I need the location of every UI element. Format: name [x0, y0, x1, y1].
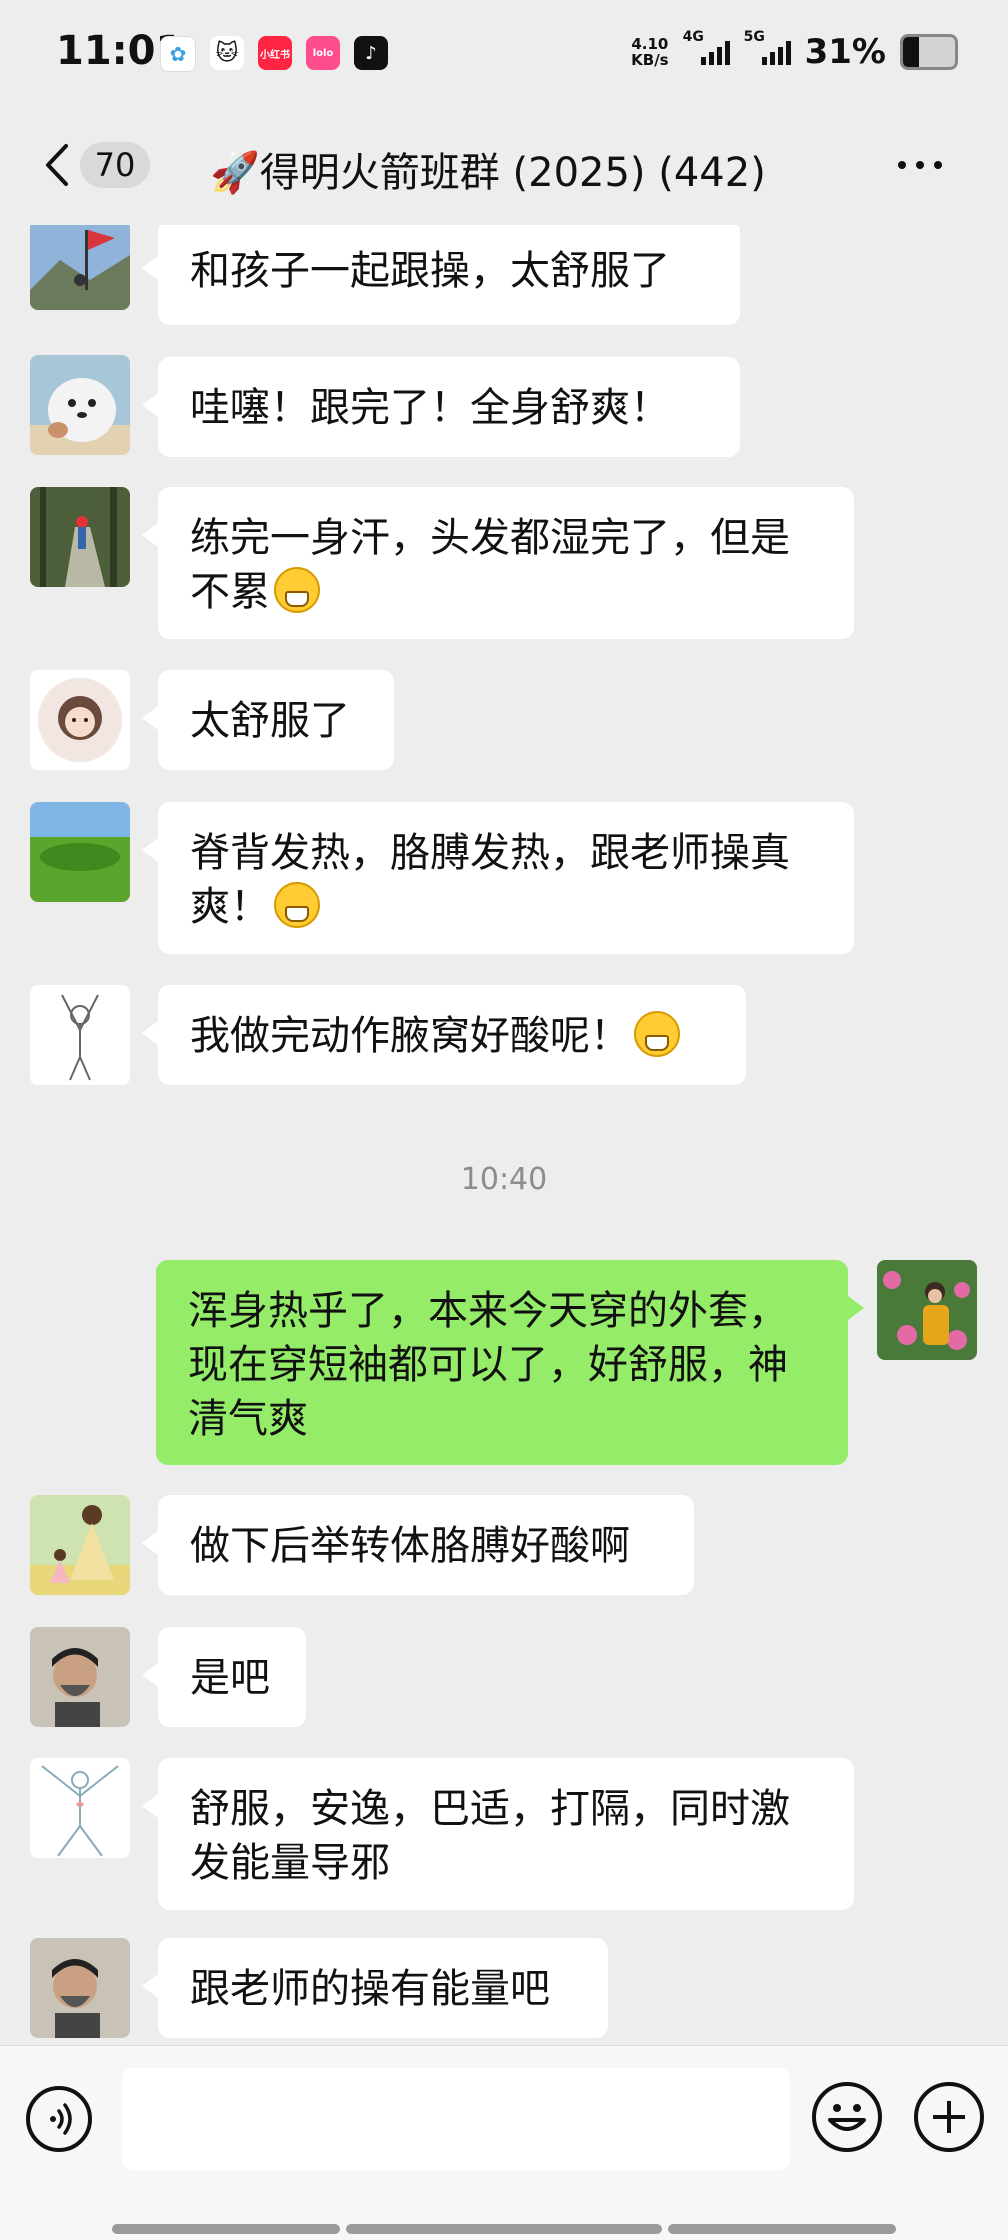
group-title: 🚀得明火箭班群 (2025) (442): [210, 150, 766, 196]
stretch-figure-avatar[interactable]: [30, 1758, 130, 1858]
cloud-app-icon: ✿: [160, 36, 196, 72]
battery-fill: [903, 37, 920, 67]
message-text: 和孩子一起跟操，太舒服了: [190, 248, 670, 294]
notification-app-icons: ✿ 🐱 小红书 lolo ♪: [160, 36, 388, 72]
smiley-icon: [828, 2104, 866, 2131]
grin-emoji-icon: [274, 567, 320, 613]
man-headscarf-avatar[interactable]: [30, 1938, 130, 2038]
message-bubble[interactable]: 我做完动作腋窝好酸呢！: [142, 985, 746, 1085]
message-text: 浑身热乎了，本来今天穿的外套，现在穿短袖都可以了，好舒服，神清气爽: [188, 1288, 788, 1442]
own-message-bubble[interactable]: 浑身热乎了，本来今天穿的外套，现在穿短袖都可以了，好舒服，神清气爽: [156, 1260, 864, 1465]
message-text: 哇噻！跟完了！全身舒爽！: [190, 385, 670, 431]
signal-5g-icon: 5G: [744, 29, 791, 65]
network-speed-value: 4.10: [631, 35, 669, 53]
flowers-woman-avatar[interactable]: [877, 1260, 977, 1360]
network-speed: 4.10 KB/s: [631, 36, 668, 68]
message-text: 太舒服了: [190, 698, 350, 744]
nav-bar-segment-right: [668, 2224, 896, 2234]
signal-4g-icon: 4G: [683, 29, 730, 65]
nav-bar-segment-left: [112, 2224, 340, 2234]
message-bubble[interactable]: 和孩子一起跟操，太舒服了: [142, 225, 740, 325]
message-text: 是吧: [190, 1655, 270, 1701]
message-bubble[interactable]: 舒服，安逸，巴适，打隔，同时激发能量导邪: [142, 1758, 854, 1910]
green-field-avatar[interactable]: [30, 802, 130, 902]
voice-wave-icon: [50, 2103, 72, 2135]
xiaohongshu-app-icon: 小红书: [258, 36, 292, 70]
more-functions-button[interactable]: [914, 2082, 984, 2152]
message-text: 舒服，安逸，巴适，打隔，同时激发能量导邪: [190, 1786, 790, 1886]
message-bubble[interactable]: 脊背发热，胳膊发热，跟老师操真爽！: [142, 802, 854, 954]
message-text: 我做完动作腋窝好酸呢！: [190, 1013, 630, 1059]
chat-timestamp: 10:40: [460, 1162, 548, 1197]
tiktok-app-icon: ♪: [354, 36, 388, 70]
message-text-input[interactable]: [122, 2068, 790, 2170]
message-list[interactable]: 和孩子一起跟操，太舒服了 哇噻！跟完了！全身舒爽！ 练完一身汗，头发都湿完了，但…: [0, 225, 1008, 2045]
signal-4g-label: 4G: [682, 29, 704, 45]
mountain-flag-avatar[interactable]: [30, 225, 130, 310]
battery-icon: [900, 34, 958, 70]
message-text: 做下后举转体胳膊好酸啊: [190, 1523, 630, 1569]
chat-screen: 11:01 ✿ 🐱 小红书 lolo ♪ 4.10 KB/s 4G 5G 31%: [0, 0, 1008, 2240]
forest-path-avatar[interactable]: [30, 487, 130, 587]
voice-input-button[interactable]: [26, 2086, 92, 2152]
grin-emoji-icon: [634, 1011, 680, 1057]
cartoon-girl-avatar[interactable]: [30, 670, 130, 770]
unread-count-badge[interactable]: 70: [80, 142, 150, 188]
network-speed-unit: KB/s: [631, 51, 669, 69]
message-bubble[interactable]: 哇噻！跟完了！全身舒爽！: [142, 357, 740, 457]
pink-app-icon: lolo: [306, 36, 340, 70]
cat-app-icon: 🐱: [210, 36, 244, 70]
message-bubble[interactable]: 做下后举转体胳膊好酸啊: [142, 1495, 694, 1595]
input-bar: [0, 2045, 1008, 2240]
signal-5g-label: 5G: [743, 29, 765, 45]
emoji-button[interactable]: [812, 2082, 882, 2152]
more-options-icon[interactable]: [898, 150, 958, 180]
sketch-figure-avatar[interactable]: [30, 985, 130, 1085]
illustrated-girl-avatar[interactable]: [30, 1495, 130, 1595]
message-text: 跟老师的操有能量吧: [190, 1966, 550, 2012]
back-arrow-icon[interactable]: [38, 140, 82, 190]
chat-header: 70 🚀得明火箭班群 (2025) (442): [0, 110, 1008, 225]
battery-percent: 31%: [804, 32, 886, 72]
message-bubble[interactable]: 练完一身汗，头发都湿完了，但是不累: [142, 487, 854, 639]
status-bar: 11:01 ✿ 🐱 小红书 lolo ♪ 4.10 KB/s 4G 5G 31%: [0, 0, 1008, 110]
nav-bar-segment-center: [346, 2224, 662, 2234]
message-bubble[interactable]: 跟老师的操有能量吧: [142, 1938, 608, 2038]
system-indicators: 4.10 KB/s 4G 5G 31%: [631, 29, 958, 72]
smile-emoji-icon: [274, 882, 320, 928]
message-bubble[interactable]: 太舒服了: [142, 670, 394, 770]
seal-avatar[interactable]: [30, 355, 130, 455]
message-bubble[interactable]: 是吧: [142, 1627, 306, 1727]
man-headscarf-avatar[interactable]: [30, 1627, 130, 1727]
